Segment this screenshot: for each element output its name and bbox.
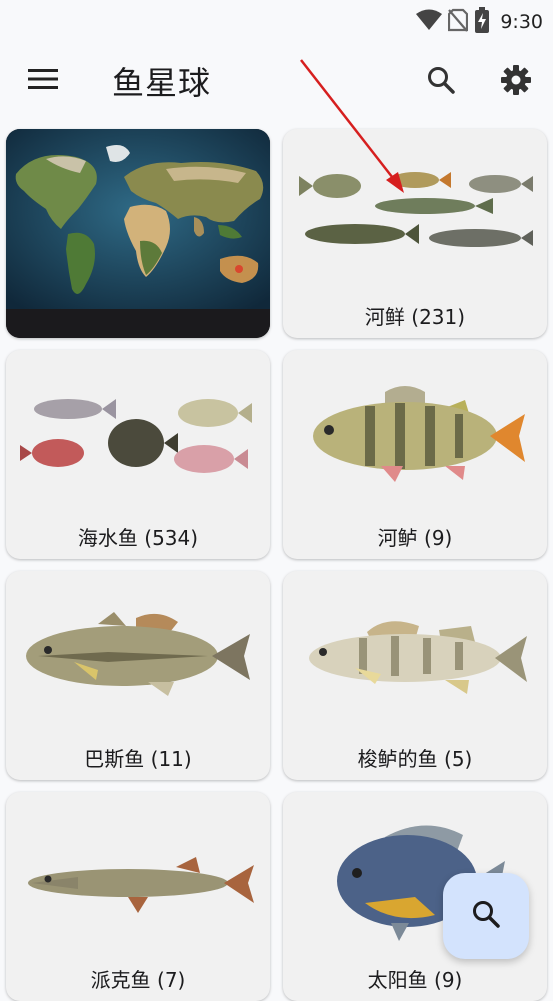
category-label: 梭鲈的鱼 (5) [357, 747, 473, 771]
app-bar: 鱼星球 [0, 40, 553, 122]
search-icon [427, 66, 455, 98]
category-label: 太阳鱼 (9) [367, 968, 463, 992]
category-card-freshwater[interactable]: 河鲜 (231) [283, 129, 547, 338]
freshwater-fish-image [283, 129, 547, 299]
menu-icon [28, 68, 58, 94]
settings-button[interactable] [496, 62, 536, 102]
search-icon [471, 899, 501, 933]
app-title: 鱼星球 [112, 64, 212, 102]
category-card-pike[interactable]: 派克鱼 (7) [6, 792, 270, 1001]
status-time: 9:30 [500, 11, 543, 33]
category-label: 派克鱼 (7) [90, 968, 186, 992]
category-card-saltwater[interactable]: 海水鱼 (534) [6, 350, 270, 559]
floating-search-button[interactable] [443, 873, 529, 959]
category-label: 海水鱼 (534) [77, 526, 199, 550]
gear-icon [500, 64, 532, 100]
zander-image [283, 571, 547, 741]
category-label: 河鲈 (9) [377, 526, 453, 550]
bass-image [6, 571, 270, 741]
world-map-image [6, 129, 270, 338]
status-icons: 9:30 [416, 7, 543, 37]
status-bar: 9:30 [0, 0, 553, 40]
wifi-icon [416, 9, 443, 35]
category-label: 河鲜 (231) [364, 305, 466, 329]
saltwater-fish-image [6, 350, 270, 520]
category-label: 巴斯鱼 (11) [84, 747, 192, 771]
category-card-zander[interactable]: 梭鲈的鱼 (5) [283, 571, 547, 780]
category-card-bass[interactable]: 巴斯鱼 (11) [6, 571, 270, 780]
category-card-perch[interactable]: 河鲈 (9) [283, 350, 547, 559]
no-sim-icon [448, 8, 469, 36]
world-map-card[interactable] [6, 129, 270, 338]
perch-image [283, 350, 547, 520]
search-button[interactable] [421, 62, 461, 102]
battery-charging-icon [474, 7, 490, 37]
pike-image [6, 792, 270, 962]
menu-button[interactable] [24, 62, 62, 100]
